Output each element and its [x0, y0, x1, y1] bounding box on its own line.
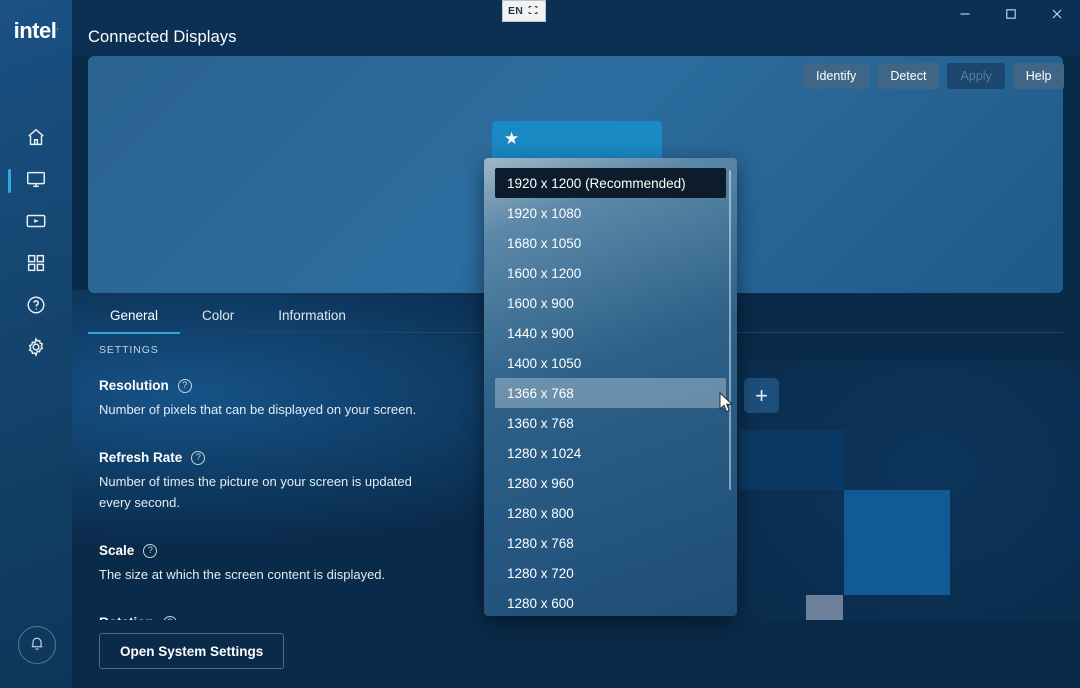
intel-logo: intel. — [0, 18, 72, 44]
background-square-2 — [844, 490, 950, 595]
settings-section-label: SETTINGS — [99, 344, 519, 356]
sidebar-item-video[interactable] — [0, 202, 72, 244]
tab-information[interactable]: Information — [256, 298, 368, 333]
setting-row-resolution: Resolution ? Number of pixels that can b… — [99, 378, 519, 420]
primary-display-star-icon: ★ — [504, 130, 519, 147]
dropdown-scrollbar[interactable] — [729, 170, 731, 490]
apply-button: Apply — [947, 63, 1004, 89]
dropdown-option[interactable]: 1600 x 900 — [495, 288, 726, 318]
setting-description-resolution: Number of pixels that can be displayed o… — [99, 399, 429, 420]
dropdown-option[interactable]: 1920 x 1080 — [495, 198, 726, 228]
dropdown-option[interactable]: 1366 x 768 — [495, 378, 726, 408]
dropdown-option[interactable]: 1280 x 960 — [495, 468, 726, 498]
gear-icon — [25, 336, 47, 363]
dropdown-option[interactable]: 1360 x 768 — [495, 408, 726, 438]
dropdown-option[interactable]: 1280 x 1024 — [495, 438, 726, 468]
question-circle-icon — [25, 294, 47, 321]
dropdown-option[interactable]: 1920 x 1200 (Recommended) — [495, 168, 726, 198]
dropdown-option[interactable]: 1280 x 768 — [495, 528, 726, 558]
minimize-icon — [959, 7, 971, 25]
dropdown-option[interactable]: 1280 x 600 — [495, 588, 726, 616]
dropdown-options: 1920 x 1200 (Recommended)1920 x 10801680… — [484, 168, 737, 616]
sidebar-item-home[interactable] — [0, 118, 72, 160]
tab-color[interactable]: Color — [180, 298, 256, 333]
setting-label-resolution: Resolution — [99, 378, 169, 393]
dropdown-option[interactable]: 1440 x 900 — [495, 318, 726, 348]
window-controls — [942, 0, 1080, 32]
ime-language-indicator[interactable]: EN — [502, 0, 546, 22]
minimize-button[interactable] — [942, 0, 988, 32]
registered-mark: . — [56, 22, 58, 32]
intel-graphics-command-center-window: intel. — [0, 0, 1080, 688]
ime-language-label: EN — [508, 5, 523, 17]
identify-button[interactable]: Identify — [803, 63, 869, 89]
sidebar: intel. — [0, 0, 72, 688]
dropdown-option[interactable]: 1680 x 1050 — [495, 228, 726, 258]
add-display-button[interactable]: + — [744, 378, 779, 413]
setting-label-refresh-rate: Refresh Rate — [99, 450, 182, 465]
grid-icon — [25, 252, 47, 279]
sidebar-item-support[interactable] — [0, 286, 72, 328]
settings-list: SETTINGS Resolution ? Number of pixels t… — [99, 344, 519, 629]
resolution-dropdown-list: 1920 x 1200 (Recommended)1920 x 10801680… — [484, 158, 737, 616]
sidebar-item-settings[interactable] — [0, 328, 72, 370]
dropdown-option[interactable]: 1400 x 1050 — [495, 348, 726, 378]
ime-mode-icon — [527, 4, 539, 19]
setting-description-scale: The size at which the screen content is … — [99, 564, 429, 585]
maximize-icon — [1005, 7, 1017, 25]
maximize-button[interactable] — [988, 0, 1034, 32]
open-system-settings-button[interactable]: Open System Settings — [99, 633, 284, 669]
help-icon[interactable]: ? — [178, 379, 192, 393]
close-icon — [1051, 7, 1063, 25]
setting-label-scale: Scale — [99, 543, 134, 558]
detect-button[interactable]: Detect — [877, 63, 939, 89]
setting-description-refresh-rate: Number of times the picture on your scre… — [99, 471, 429, 513]
help-icon[interactable]: ? — [191, 451, 205, 465]
background-square-1 — [740, 430, 844, 490]
sidebar-item-display[interactable] — [0, 160, 72, 202]
sidebar-nav — [0, 118, 72, 370]
monitor-icon — [25, 168, 47, 195]
title-bar: Connected Displays — [72, 0, 1080, 56]
toolbar-actions: Identify Detect Apply Help — [803, 63, 1064, 89]
close-button[interactable] — [1034, 0, 1080, 32]
display-card-primary[interactable]: ★ — [492, 121, 662, 159]
help-button[interactable]: Help — [1013, 63, 1065, 89]
tab-general[interactable]: General — [88, 298, 180, 333]
bell-icon — [28, 634, 46, 657]
setting-row-refresh-rate: Refresh Rate ? Number of times the pictu… — [99, 450, 519, 513]
page-title: Connected Displays — [88, 28, 237, 47]
help-icon[interactable]: ? — [143, 544, 157, 558]
dropdown-option[interactable]: 1600 x 1200 — [495, 258, 726, 288]
setting-row-scale: Scale ? The size at which the screen con… — [99, 543, 519, 585]
notification-bell-button[interactable] — [18, 626, 56, 664]
dropdown-option[interactable]: 1280 x 800 — [495, 498, 726, 528]
dropdown-option[interactable]: 1280 x 720 — [495, 558, 726, 588]
sidebar-item-apps[interactable] — [0, 244, 72, 286]
video-icon — [25, 210, 47, 237]
home-icon — [25, 126, 47, 153]
intel-logo-text: intel — [14, 18, 57, 43]
